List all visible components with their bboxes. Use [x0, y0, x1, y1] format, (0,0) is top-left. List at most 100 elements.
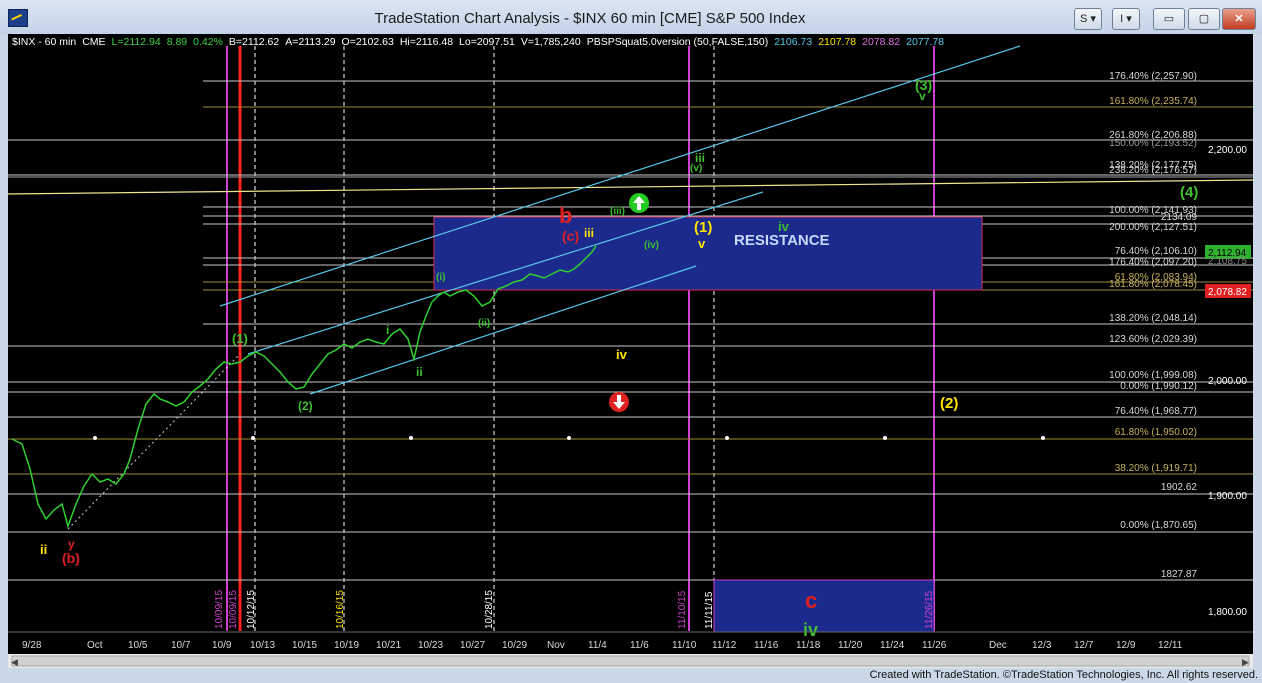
svg-text:12/3: 12/3 [1032, 640, 1052, 651]
svg-text:100.00% (1,999.08): 100.00% (1,999.08) [1109, 370, 1197, 381]
svg-text:10/15: 10/15 [292, 640, 317, 651]
resistance-label: RESISTANCE [734, 232, 830, 249]
label-two-yellow: (2) [940, 395, 958, 412]
close-button[interactable]: ✕ [1222, 8, 1256, 30]
window-title: TradeStation Chart Analysis - $INX 60 mi… [374, 10, 806, 27]
chart-canvas[interactable]: ii y (b) (1) (2) i ii (i) (ii) (iii) (iv… [8, 34, 1253, 669]
title-bar[interactable]: TradeStation Chart Analysis - $INX 60 mi… [0, 0, 1262, 34]
svg-text:138.20% (2,048.14): 138.20% (2,048.14) [1109, 313, 1197, 324]
svg-text:10/12/15: 10/12/15 [246, 590, 257, 629]
maximize-button[interactable]: ▢ [1188, 8, 1220, 30]
label-iv-bottom: iv [803, 620, 818, 640]
svg-text:10/09/15: 10/09/15 [214, 590, 225, 629]
label-four-green: (4) [1180, 184, 1198, 201]
label-ii-low: ii [40, 542, 47, 557]
label-iii-green: iii [695, 151, 705, 165]
label-wiv: (iv) [644, 240, 659, 251]
label-c-red: c [805, 588, 817, 613]
label-y: y [68, 537, 75, 551]
svg-text:1827.87: 1827.87 [1161, 569, 1198, 580]
yellow-trendline [8, 179, 1253, 195]
svg-text:2,000.00: 2,000.00 [1208, 376, 1247, 387]
svg-text:11/26/15: 11/26/15 [924, 590, 935, 629]
svg-text:161.80% (2,078.45): 161.80% (2,078.45) [1109, 279, 1197, 290]
scroll-left-icon: ◀ [11, 657, 18, 667]
label-v-green: v [919, 89, 926, 103]
strategy-s-button[interactable]: S ▾ [1074, 8, 1102, 30]
scrollbar-thumb [11, 655, 1250, 667]
wave-labels: ii y (b) (1) (2) i ii (i) (ii) (iii) (iv… [40, 77, 1198, 640]
indicator-i-button[interactable]: I ▾ [1112, 8, 1140, 30]
svg-text:10/28/15: 10/28/15 [484, 590, 495, 629]
svg-text:11/18: 11/18 [796, 640, 821, 651]
low-price-text: 2,078.82 [1208, 287, 1247, 298]
svg-text:2,200.00: 2,200.00 [1208, 145, 1247, 156]
label-v-yellow: v [698, 236, 706, 251]
svg-text:10/13: 10/13 [250, 640, 275, 651]
chart-area[interactable]: ii y (b) (1) (2) i ii (i) (ii) (iii) (iv… [8, 34, 1253, 669]
date-dashed-lines [254, 46, 715, 631]
svg-text:10/23: 10/23 [418, 640, 443, 651]
label-wi: (i) [436, 272, 445, 283]
svg-text:11/11/15: 11/11/15 [704, 591, 715, 629]
svg-text:200.00% (2,127.51): 200.00% (2,127.51) [1109, 222, 1197, 233]
svg-text:11/12: 11/12 [712, 640, 737, 651]
footer: Created with TradeStation. ©TradeStation… [0, 668, 1262, 683]
svg-text:1,800.00: 1,800.00 [1208, 607, 1247, 618]
svg-text:76.40% (2,106.10): 76.40% (2,106.10) [1115, 246, 1197, 257]
label-wii: (ii) [478, 318, 490, 329]
svg-text:150.00% (2,193.52): 150.00% (2,193.52) [1109, 138, 1197, 149]
svg-text:10/5: 10/5 [128, 640, 148, 651]
svg-text:11/24: 11/24 [880, 640, 905, 651]
label-b: b [559, 203, 572, 228]
svg-text:12/11: 12/11 [1158, 640, 1183, 651]
svg-text:11/10: 11/10 [672, 640, 697, 651]
svg-text:Nov: Nov [547, 640, 565, 651]
svg-text:11/10/15: 11/10/15 [677, 590, 688, 629]
hidden-price-text: 2,108.75 [1208, 256, 1247, 267]
svg-text:76.40% (1,968.77): 76.40% (1,968.77) [1115, 406, 1197, 417]
fib-lines [8, 80, 1253, 581]
label-w1: (1) [232, 331, 248, 346]
label-wiii: (iii) [610, 206, 625, 217]
tradestation-window: TradeStation Chart Analysis - $INX 60 mi… [0, 0, 1262, 683]
svg-text:11/20: 11/20 [838, 640, 863, 651]
svg-text:1,900.00: 1,900.00 [1208, 491, 1247, 502]
label-ii: ii [416, 365, 423, 379]
svg-text:Dec: Dec [989, 640, 1007, 651]
label-one-yellow: (1) [694, 219, 712, 236]
svg-text:12/9: 12/9 [1116, 640, 1136, 651]
svg-text:38.20% (1,919.71): 38.20% (1,919.71) [1115, 463, 1197, 474]
minimize-button[interactable]: ▭ [1153, 8, 1185, 30]
scroll-right-icon: ▶ [1242, 657, 1249, 667]
svg-text:238.20% (2,176.57): 238.20% (2,176.57) [1109, 165, 1197, 176]
chart-header: $INX - 60 min CME L=2112.94 8.89 0.42% B=2112… [12, 36, 945, 48]
label-b-paren: (b) [62, 550, 80, 566]
svg-text:176.40% (2,097.20): 176.40% (2,097.20) [1109, 257, 1197, 268]
svg-text:10/21: 10/21 [376, 640, 401, 651]
svg-text:10/9: 10/9 [212, 640, 232, 651]
label-i: i [386, 323, 389, 337]
dotted-trend [67, 353, 241, 530]
svg-text:176.40% (2,257.90): 176.40% (2,257.90) [1109, 71, 1197, 82]
svg-text:161.80% (2,235.74): 161.80% (2,235.74) [1109, 96, 1197, 107]
copyright-text: Created with TradeStation. ©TradeStation… [869, 669, 1258, 681]
svg-text:11/6: 11/6 [630, 640, 649, 651]
label-w2: (2) [298, 399, 313, 413]
label-c-paren: (c) [562, 228, 579, 244]
fib-label-group: 176.40% (2,257.90) 161.80% (2,235.74) 26… [1109, 71, 1197, 580]
svg-text:0.00% (1,990.12): 0.00% (1,990.12) [1120, 381, 1197, 392]
label-iii-yellow: iii [584, 226, 594, 240]
svg-text:1902.62: 1902.62 [1161, 482, 1198, 493]
svg-text:Oct: Oct [87, 640, 103, 651]
svg-text:10/27: 10/27 [460, 640, 485, 651]
svg-text:10/09/15: 10/09/15 [228, 590, 239, 629]
svg-text:12/7: 12/7 [1074, 640, 1094, 651]
svg-text:10/29: 10/29 [502, 640, 527, 651]
svg-text:9/28: 9/28 [22, 640, 42, 651]
svg-text:11/4: 11/4 [588, 640, 607, 651]
label-iv-yellow: iv [616, 347, 628, 362]
svg-text:11/26: 11/26 [922, 640, 947, 651]
date-axis: 9/28 Oct 10/5 10/7 10/9 10/13 10/15 10/1… [22, 640, 1183, 651]
svg-text:10/16/15: 10/16/15 [335, 590, 346, 629]
